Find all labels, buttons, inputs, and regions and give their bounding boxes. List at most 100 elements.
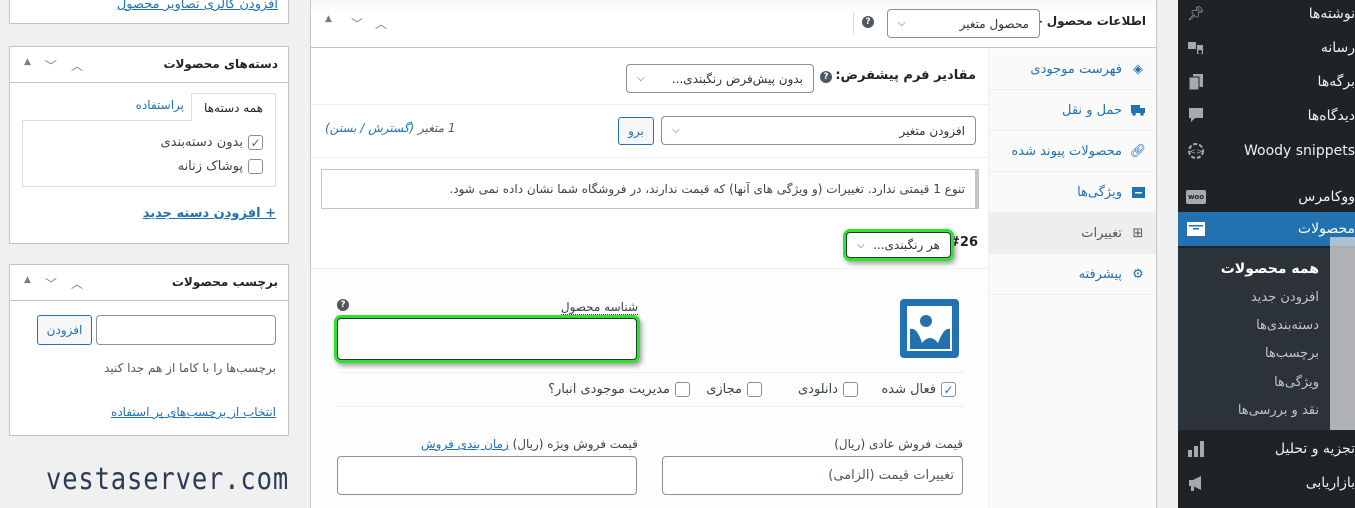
regular-price-input[interactable]: تغییرات قیمت (الزامی): [662, 456, 963, 495]
woo-icon: woo: [1178, 190, 1214, 204]
popular-tags-link[interactable]: انتخاب از برچسب‌های پر استفاده: [111, 405, 276, 419]
category-item[interactable]: ✓ بدون دسته‌بندی: [160, 135, 263, 150]
go-button[interactable]: برو: [618, 117, 654, 145]
help-icon[interactable]: ?: [820, 71, 832, 83]
tab-all-categories[interactable]: همه دسته‌ها: [191, 93, 276, 121]
variation-count: 1 متغیر (گسترش / بستن): [325, 121, 456, 135]
submenu-all-products[interactable]: همه محصولات: [1178, 255, 1355, 283]
variation-header[interactable]: #26 هر رنگبندی... ⌵: [311, 221, 988, 269]
regular-price-label: قیمت فروش عادی (ریال): [834, 437, 963, 451]
checkbox-label: دانلودی: [797, 382, 838, 397]
checkbox-unchecked[interactable]: [747, 382, 762, 397]
postbox-header: برچسب محصولات ▲ ﹀ ︿: [10, 265, 288, 301]
checkbox-downloadable[interactable]: دانلودی: [798, 382, 858, 397]
menu-item-woocommerce[interactable]: ووکامرس woo: [1178, 180, 1355, 214]
menu-label: ووکامرس: [1298, 189, 1355, 205]
product-type-select[interactable]: محصول متغیر ⌵: [887, 9, 1040, 38]
add-new-category-link[interactable]: + افزودن دسته جدید: [143, 206, 276, 221]
product-categories-box: دسته‌های محصولات ▲ ﹀ ︿ همه دسته‌ها پراست…: [9, 46, 289, 244]
menu-item-comments[interactable]: دیدگاه‌ها: [1178, 99, 1355, 133]
default-form-label: مقادیر فرم پیشفرض:: [835, 68, 976, 83]
checkbox-manage-stock[interactable]: مدیریت موجودی انبار؟: [548, 382, 690, 397]
sale-price-input[interactable]: [337, 456, 637, 495]
attributes-icon: [1130, 186, 1146, 198]
move-down-icon[interactable]: ﹀: [45, 57, 57, 74]
category-label: بدون دسته‌بندی: [160, 135, 243, 150]
menu-item-media[interactable]: رسانه: [1178, 31, 1355, 65]
menu-item-products[interactable]: محصولات: [1170, 212, 1355, 246]
menu-item-analytics[interactable]: تجزیه و تحلیل: [1178, 432, 1355, 466]
schedule-sale-link[interactable]: زمان بندی فروش: [421, 437, 509, 451]
expand-collapse-link[interactable]: (گسترش / بستن): [325, 121, 414, 135]
sku-input[interactable]: [337, 318, 637, 360]
checkbox-unchecked[interactable]: [248, 159, 263, 174]
submenu-tags[interactable]: برچسب‌ها: [1178, 339, 1355, 367]
toggle-panel-icon[interactable]: ▲: [325, 14, 332, 24]
chevron-down-icon: ⌵: [857, 239, 865, 251]
variation-attribute-select[interactable]: هر رنگبندی... ⌵: [846, 232, 951, 258]
checkbox-checked[interactable]: ✓: [941, 382, 956, 397]
sale-price-label-row: قیمت فروش ویژه (ریال) زمان بندی فروش: [421, 437, 638, 451]
tab-attributes[interactable]: ویژگی‌ها: [988, 172, 1156, 213]
menu-item-woody-snippets[interactable]: Woody snippets <>: [1178, 134, 1355, 168]
tab-label: محصولات پیوند شده: [1011, 143, 1123, 159]
variation-id: #26: [949, 235, 978, 250]
tab-label: فهرست موجودی: [1030, 61, 1122, 77]
sku-label: شناسه محصول: [560, 300, 638, 315]
menu-item-marketing[interactable]: بازاریابی: [1178, 466, 1355, 500]
divider: [311, 104, 988, 105]
help-icon[interactable]: ?: [337, 299, 349, 311]
toggle-panel-icon[interactable]: ▲: [24, 57, 31, 74]
tab-label: پیشرفته: [1078, 266, 1122, 282]
sale-price-label: قیمت فروش ویژه (ریال): [512, 437, 638, 451]
checkbox-unchecked[interactable]: [675, 382, 690, 397]
tag-input[interactable]: [96, 315, 276, 345]
product-type-value: محصول متغیر: [959, 16, 1029, 31]
panel-header: اطلاعات محصول — محصول متغیر ⌵ ? ︿ ﹀ ▲: [311, 0, 1156, 48]
menu-label: دیدگاه‌ها: [1307, 108, 1355, 124]
submenu-categories[interactable]: دسته‌بندی‌ها: [1178, 311, 1355, 339]
tab-inventory[interactable]: ◈ فهرست موجودی: [988, 49, 1156, 90]
scrollbar-track[interactable]: [1330, 237, 1355, 430]
media-icon: [1178, 40, 1214, 56]
checkbox-unchecked[interactable]: [843, 382, 858, 397]
postbox-title: دسته‌های محصولات: [163, 57, 278, 71]
submenu-reviews[interactable]: نقد و بررسی‌ها: [1178, 396, 1355, 424]
move-up-icon[interactable]: ︿: [71, 275, 83, 292]
add-variation-value: افزودن متغیر: [899, 123, 965, 138]
tab-shipping[interactable]: حمل و نقل: [988, 90, 1156, 131]
regular-price-placeholder: تغییرات قیمت (الزامی): [828, 468, 954, 483]
postbox-header: دسته‌های محصولات ▲ ﹀ ︿: [10, 47, 288, 83]
tab-linked-products[interactable]: 🔗︎ محصولات پیوند شده: [988, 131, 1156, 172]
checkbox-enabled[interactable]: ✓ فعال شده: [881, 382, 956, 397]
menu-label: محصولات: [1297, 221, 1355, 237]
checkbox-virtual[interactable]: مجازی: [706, 382, 762, 397]
help-icon[interactable]: ?: [862, 16, 874, 28]
tab-label: حمل و نقل: [1062, 102, 1122, 118]
tab-label: ویژگی‌ها: [1077, 184, 1122, 200]
add-variation-select[interactable]: افزودن متغیر ⌵: [661, 116, 976, 145]
chevron-down-icon: ⌵: [898, 18, 906, 29]
move-down-icon[interactable]: ﹀: [45, 275, 57, 292]
product-data-tabs: ◈ فهرست موجودی حمل و نقل 🔗︎ محصولات پیون…: [988, 49, 1156, 508]
move-down-icon[interactable]: ﹀: [351, 15, 363, 32]
menu-item-posts[interactable]: نوشته‌ها 📌︎: [1178, 0, 1355, 31]
add-gallery-images-link[interactable]: افزودن گالری تصاویر محصول: [117, 0, 278, 12]
move-up-icon[interactable]: ︿: [375, 15, 387, 32]
tab-variations[interactable]: ⊞ تغییرات: [988, 213, 1156, 254]
toggle-panel-icon[interactable]: ▲: [24, 275, 31, 292]
category-item[interactable]: پوشاک زنانه: [178, 159, 263, 174]
tab-label: تغییرات: [1081, 225, 1122, 241]
tab-most-used[interactable]: پراستفاده: [136, 98, 184, 112]
menu-label: بازاریابی: [1305, 475, 1355, 491]
menu-item-pages[interactable]: برگه‌ها: [1178, 65, 1355, 99]
variation-image-icon[interactable]: [900, 299, 959, 358]
add-tag-button[interactable]: افزودن: [37, 315, 92, 345]
checkbox-checked[interactable]: ✓: [248, 135, 263, 150]
move-up-icon[interactable]: ︿: [71, 57, 83, 74]
chart-bar-icon: [1178, 441, 1214, 457]
default-form-select[interactable]: بدون پیش‌فرض رنگبندی... ⌵: [626, 64, 814, 93]
submenu-add-new[interactable]: افزودن جدید: [1178, 283, 1355, 311]
tab-advanced[interactable]: ⚙ پیشرفته: [988, 254, 1156, 295]
submenu-attributes[interactable]: ویژگی‌ها: [1178, 368, 1355, 396]
